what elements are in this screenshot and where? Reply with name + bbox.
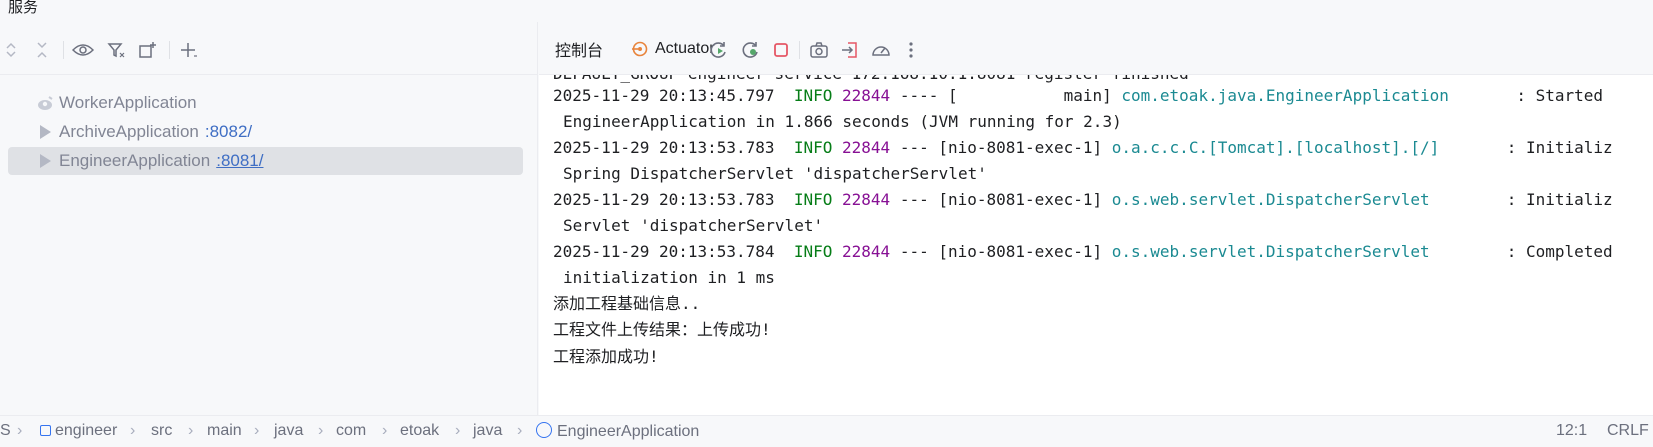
log-logger: o.a.c.c.C.[Tomcat].[localhost].[/] bbox=[1111, 138, 1440, 157]
screenshot-icon[interactable] bbox=[808, 39, 830, 61]
log-timestamp: 2025-11-29 20:13:53.784 bbox=[553, 242, 775, 261]
services-toolbar bbox=[0, 22, 538, 75]
add-icon[interactable] bbox=[178, 39, 200, 61]
cursor-position[interactable]: 12:1 bbox=[1556, 422, 1587, 440]
breadcrumb-label: engineer bbox=[55, 422, 118, 439]
run-icon bbox=[35, 122, 55, 142]
port-link[interactable]: :8082/ bbox=[205, 122, 252, 142]
console-pane: 控制台 Actuator DEF bbox=[539, 22, 1653, 415]
log-message: : Started bbox=[1516, 86, 1604, 105]
breadcrumb-item[interactable]: java bbox=[274, 422, 303, 440]
log-pid: 22844 bbox=[842, 86, 891, 105]
filter-icon[interactable] bbox=[105, 39, 127, 61]
console-output[interactable]: DEFAULT_GROUP engineer-service 172.168.1… bbox=[539, 75, 1653, 415]
status-bar: S › engineer › src › main › java › com ›… bbox=[0, 415, 1653, 447]
class-icon bbox=[536, 422, 552, 438]
log-thread: --- [nio-8081-exec-1] bbox=[899, 138, 1103, 157]
expand-all-icon[interactable] bbox=[0, 39, 22, 61]
eye-icon[interactable] bbox=[72, 39, 94, 61]
toolbar-divider bbox=[799, 41, 800, 59]
run-icon bbox=[35, 151, 55, 171]
spring-boot-icon bbox=[35, 93, 55, 113]
log-level: INFO bbox=[793, 190, 833, 209]
log-thread: --- [nio-8081-exec-1] bbox=[899, 190, 1103, 209]
breadcrumb-item[interactable]: java bbox=[473, 422, 502, 440]
tree-item-archive-application[interactable]: ArchiveApplication :8082/ bbox=[8, 118, 523, 146]
breadcrumb-label: EngineerApplication bbox=[557, 423, 700, 440]
services-tree-pane: WorkerApplication ArchiveApplication :80… bbox=[0, 22, 538, 415]
chevron-right-icon: › bbox=[517, 422, 523, 439]
tree-item-label: ArchiveApplication bbox=[59, 122, 199, 141]
log-pid: 22844 bbox=[842, 138, 891, 157]
breadcrumb-item[interactable]: etoak bbox=[400, 422, 439, 440]
chevron-right-icon: › bbox=[318, 422, 324, 439]
actuator-icon bbox=[631, 40, 649, 58]
log-message: : Completed bbox=[1506, 242, 1613, 261]
log-thread: ---- [ main] bbox=[899, 86, 1112, 105]
log-thread: --- [nio-8081-exec-1] bbox=[899, 242, 1103, 261]
console-log-line: 2025-11-29 20:13:53.784 INFO 22844 --- [… bbox=[553, 241, 1613, 263]
console-log-continuation: EngineerApplication in 1.866 seconds (JV… bbox=[563, 112, 1122, 131]
console-plain-line: 工程添加成功! bbox=[553, 347, 659, 366]
more-icon[interactable] bbox=[900, 39, 922, 61]
breadcrumb-item[interactable]: S bbox=[0, 422, 11, 440]
console-log-continuation: initialization in 1 ms bbox=[563, 268, 775, 287]
module-icon bbox=[40, 425, 51, 436]
log-logger: o.s.web.servlet.DispatcherServlet bbox=[1111, 242, 1430, 261]
toolbar-divider bbox=[63, 41, 64, 59]
breadcrumb-item[interactable]: src bbox=[151, 422, 172, 440]
log-logger: com.etoak.java.EngineerApplication bbox=[1121, 86, 1449, 105]
tab-label: 控制台 bbox=[555, 43, 604, 60]
line-ending[interactable]: CRLF bbox=[1607, 422, 1649, 440]
tree-item-label: EngineerApplication bbox=[59, 151, 211, 170]
log-logger: o.s.web.servlet.DispatcherServlet bbox=[1111, 190, 1430, 209]
log-message: : Initializ bbox=[1506, 190, 1613, 209]
tree-item-engineer-application[interactable]: EngineerApplication :8081/ bbox=[8, 147, 523, 175]
breadcrumb-item[interactable]: engineer bbox=[40, 422, 117, 440]
log-pid: 22844 bbox=[842, 242, 891, 261]
console-log-line: 2025-11-29 20:13:53.783 INFO 22844 --- [… bbox=[553, 137, 1613, 159]
log-timestamp: 2025-11-29 20:13:45.797 bbox=[553, 86, 775, 105]
chevron-right-icon: › bbox=[455, 422, 461, 439]
log-level: INFO bbox=[793, 138, 833, 157]
new-tab-icon[interactable] bbox=[137, 39, 159, 61]
collapse-all-icon[interactable] bbox=[31, 39, 53, 61]
chevron-right-icon: › bbox=[130, 422, 136, 439]
console-plain-line: 工程文件上传结果：上传成功! bbox=[553, 320, 771, 339]
log-level: INFO bbox=[793, 242, 833, 261]
tree-item-worker-application[interactable]: WorkerApplication bbox=[8, 89, 523, 117]
console-log-line: 2025-11-29 20:13:45.797 INFO 22844 ---- … bbox=[553, 85, 1603, 107]
tree-item-label: WorkerApplication bbox=[59, 93, 197, 112]
breadcrumb-item[interactable]: EngineerApplication bbox=[536, 422, 699, 441]
log-level: INFO bbox=[793, 86, 833, 105]
window-title-bar: 服务 bbox=[0, 0, 1653, 22]
toolbar-divider bbox=[169, 41, 170, 59]
tab-console[interactable]: 控制台 bbox=[555, 36, 603, 62]
rerun-icon[interactable] bbox=[708, 39, 730, 61]
console-line-partial: DEFAULT_GROUP engineer-service 172.168.1… bbox=[553, 75, 1189, 85]
tab-label: Actuator bbox=[655, 40, 715, 57]
console-log-continuation: Servlet 'dispatcherServlet' bbox=[563, 216, 824, 235]
gauge-icon[interactable] bbox=[870, 39, 892, 61]
rerun-debug-icon[interactable] bbox=[740, 39, 762, 61]
log-timestamp: 2025-11-29 20:13:53.783 bbox=[553, 138, 775, 157]
console-toolbar: 控制台 Actuator bbox=[539, 22, 1653, 75]
console-log-continuation: Spring DispatcherServlet 'dispatcherServ… bbox=[563, 164, 987, 183]
log-message: : Initializ bbox=[1506, 138, 1613, 157]
console-plain-line: 添加工程基础信息.. bbox=[553, 294, 701, 313]
log-pid: 22844 bbox=[842, 190, 891, 209]
window-title: 服务 bbox=[8, 0, 39, 16]
exit-icon[interactable] bbox=[839, 39, 861, 61]
chevron-right-icon: › bbox=[188, 422, 194, 439]
chevron-right-icon: › bbox=[382, 422, 388, 439]
breadcrumb-item[interactable]: main bbox=[207, 422, 242, 440]
chevron-right-icon: › bbox=[254, 422, 260, 439]
stop-icon[interactable] bbox=[770, 39, 792, 61]
breadcrumb-item[interactable]: com bbox=[336, 422, 366, 440]
tab-actuator[interactable]: Actuator bbox=[631, 36, 715, 62]
chevron-right-icon: › bbox=[17, 422, 23, 439]
port-link[interactable]: :8081/ bbox=[216, 151, 263, 171]
console-log-line: 2025-11-29 20:13:53.783 INFO 22844 --- [… bbox=[553, 189, 1613, 211]
log-timestamp: 2025-11-29 20:13:53.783 bbox=[553, 190, 775, 209]
